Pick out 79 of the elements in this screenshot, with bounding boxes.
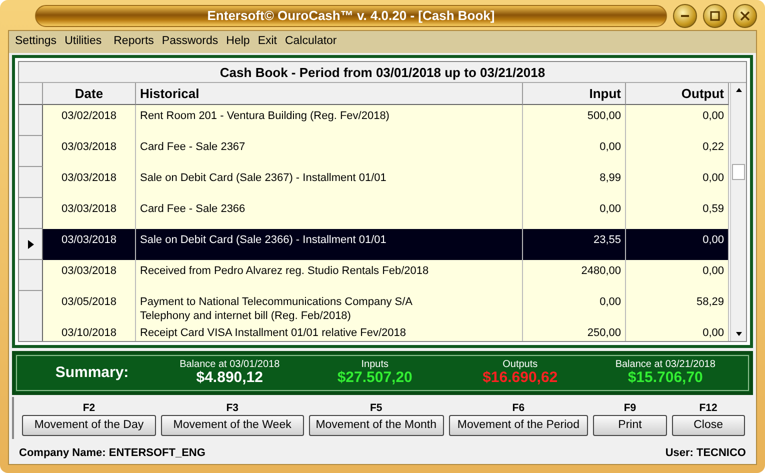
column-header[interactable]: Output [626,83,729,105]
column-header[interactable]: Input [523,83,626,105]
table-cell: Sale on Debit Card (Sale 2367) - Installment 01/01 [140,172,386,184]
shortcut-key: F3 [160,401,304,415]
table-cell: Receipt Card VISA Installment 01/01 relative Fev/2018 [140,327,406,339]
user-name: User: TECNICO [665,446,746,461]
table-cell: 0,00 [702,110,724,122]
table-cell: 03/05/2018 [61,296,117,308]
menu-item[interactable]: Calculator [284,33,337,51]
shortcut-key: F12 [672,401,745,415]
menu-item[interactable]: Reports [114,33,154,51]
row-selector[interactable] [19,229,43,260]
action-button[interactable]: Movement of the Day [22,415,156,436]
maximize-button[interactable] [703,4,727,28]
table-cell: 03/10/2018 [61,327,117,339]
table-cell: 0,00 [702,265,724,277]
table-cell: 8,99 [600,172,621,184]
company-name: Company Name: ENTERSOFT_ENG [19,446,206,461]
summary-caption: Outputs [502,359,539,370]
shortcut-key: F9 [593,401,667,415]
table-cell: 0,00 [600,296,621,308]
shortcut-key: F6 [448,401,588,415]
summary-label: Summary: [54,362,130,383]
table-cell: Card Fee - Sale 2366 [140,203,246,215]
table-cell: 500,00 [587,110,621,122]
table-cell: 0,00 [600,203,621,215]
table-cell: 250,00 [587,327,621,339]
column-header[interactable]: Date [43,83,136,105]
summary-caption: Balance at 03/21/2018 [614,359,716,370]
table-cell: Rent Room 201 - Ventura Building (Reg. Fev/2018) [140,110,390,122]
table-cell: 0,00 [702,327,724,339]
summary-value: $4.890,12 [195,370,264,387]
summary-caption: Balance at 03/01/2018 [178,359,281,370]
summary-value: $27.507,20 [336,370,414,387]
table-cell: 0,00 [702,234,724,246]
menu-item[interactable]: Help [226,33,250,51]
grid-title: Cash Book - Period from 03/01/2018 up to 03/21/2018 [19,62,746,83]
corner-cell [19,83,43,105]
menu-item[interactable]: Utilities [64,33,102,51]
table-cell: 2480,00 [581,265,621,277]
table-cell: 23,55 [593,234,621,246]
table-cell: 03/03/2018 [61,203,117,215]
menu-item[interactable]: Exit [258,33,277,51]
table-cell: 03/03/2018 [61,234,117,246]
window-title: Entersoft© OuroCash™ v. 4.0.20 - [Cash Book] [35,5,667,27]
table-cell: 03/02/2018 [61,110,117,122]
summary-caption: Inputs [360,359,390,370]
table-cell: 0,00 [702,172,724,184]
maximize-icon [708,9,722,23]
shortcut-key: F5 [308,401,444,415]
column-header[interactable]: Historical [136,83,523,105]
menu-item[interactable]: Passwords [162,33,218,51]
close-button[interactable] [733,4,757,28]
table-cell: 03/03/2018 [61,141,117,153]
table-cell: 0,22 [702,141,724,153]
minimize-icon [678,15,692,17]
table-cell: 0,59 [702,203,724,215]
table-cell: Payment to National Telecommunications Company S/A Telephony and internet bill (Reg. Feb/2018) [140,296,412,322]
shortcut-key: F2 [22,401,156,415]
table-cell: 03/03/2018 [61,265,117,277]
action-button[interactable]: Movement of the Week [160,415,304,436]
table-cell: Received from Pedro Alvarez reg. Studio Rentals Feb/2018 [140,265,429,277]
action-button[interactable]: Print [593,415,667,436]
table-cell: 03/03/2018 [61,172,117,184]
vertical-scrollbar[interactable] [730,83,746,341]
scroll-thumb[interactable] [732,164,745,180]
table-cell: Sale on Debit Card (Sale 2366) - Installment 01/01 [140,234,386,246]
menu-item[interactable]: Settings [15,33,57,51]
table-cell: 0,00 [600,141,621,153]
minimize-button[interactable] [673,4,697,28]
close-icon [738,9,752,23]
table-cell: 58,29 [696,296,724,308]
table-cell: Card Fee - Sale 2367 [140,141,246,153]
action-button[interactable]: Movement of the Period [448,415,588,436]
summary-value: $15.706,70 [626,370,704,387]
summary-value: $16.690,62 [482,370,559,387]
row-pointer-icon [28,240,34,248]
action-button[interactable]: Movement of the Month [308,415,444,436]
action-button[interactable]: Close [672,415,745,436]
